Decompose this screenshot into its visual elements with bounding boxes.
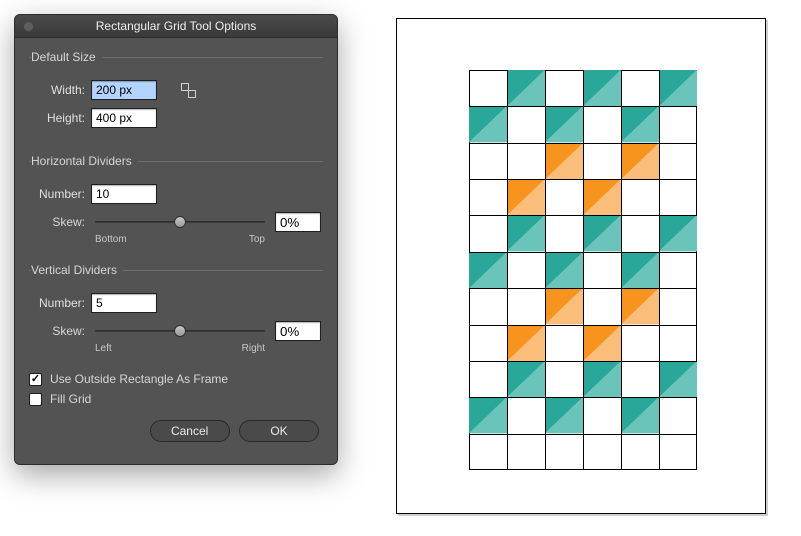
horiz-legend: Horizontal Dividers: [31, 154, 138, 168]
pattern-shape: [545, 143, 583, 216]
dialog-content: Default Size Width: Height: Horizontal D…: [15, 38, 337, 464]
vert-skew-slider[interactable]: [95, 323, 265, 339]
vert-number-label: Number:: [31, 296, 91, 310]
dialog-title: Rectangular Grid Tool Options: [96, 19, 257, 33]
pattern-shape: [469, 106, 507, 179]
horiz-number-label: Number:: [31, 187, 91, 201]
pattern-shape: [507, 70, 545, 143]
pattern-shape: [583, 215, 621, 288]
horiz-skew-label: Skew:: [31, 215, 91, 229]
pattern-shape: [621, 143, 659, 216]
horiz-skew-slider[interactable]: [95, 214, 265, 230]
vert-skew-label: Skew:: [31, 324, 91, 338]
ok-button[interactable]: OK: [239, 420, 319, 442]
vert-skew-input[interactable]: [275, 321, 321, 341]
pattern-shape: [545, 397, 583, 470]
pattern-shape: [659, 361, 697, 434]
use-frame-label: Use Outside Rectangle As Frame: [50, 372, 228, 386]
width-input[interactable]: [91, 80, 157, 100]
pattern-shape: [469, 252, 507, 325]
use-frame-checkbox[interactable]: [29, 373, 42, 386]
pattern-grid: [469, 70, 697, 470]
horiz-skew-right: Top: [249, 234, 265, 245]
fill-grid-label: Fill Grid: [50, 392, 91, 406]
horiz-skew-input[interactable]: [275, 212, 321, 232]
width-label: Width:: [31, 83, 91, 97]
pattern-shape: [545, 288, 583, 361]
vert-skew-left: Left: [95, 343, 112, 354]
vert-legend: Vertical Dividers: [31, 263, 123, 277]
default-size-legend: Default Size: [31, 50, 102, 64]
pattern-shape: [583, 70, 621, 143]
constrain-proportions-icon[interactable]: [179, 83, 197, 97]
window-button-icon[interactable]: [23, 21, 34, 32]
grid-options-dialog: Rectangular Grid Tool Options Default Si…: [14, 14, 338, 465]
pattern-shape: [621, 288, 659, 361]
horiz-skew-left: Bottom: [95, 234, 127, 245]
vert-skew-right: Right: [242, 343, 265, 354]
pattern-shape: [507, 215, 545, 288]
vert-number-input[interactable]: [91, 293, 157, 313]
vertical-dividers-group: Vertical Dividers Number: Skew: Left Rig…: [29, 263, 323, 362]
horizontal-dividers-group: Horizontal Dividers Number: Skew: Bottom…: [29, 154, 323, 253]
dialog-titlebar: Rectangular Grid Tool Options: [15, 15, 337, 38]
fill-grid-checkbox[interactable]: [29, 393, 42, 406]
pattern-shape: [659, 70, 697, 143]
pattern-shape: [621, 397, 659, 470]
artboard: [396, 18, 766, 514]
pattern-shape: [659, 215, 697, 288]
default-size-group: Default Size Width: Height:: [29, 50, 323, 144]
height-label: Height:: [31, 111, 91, 125]
cancel-button[interactable]: Cancel: [150, 420, 230, 442]
pattern-shape: [469, 397, 507, 470]
height-input[interactable]: [91, 108, 157, 128]
horiz-number-input[interactable]: [91, 184, 157, 204]
pattern-shape: [507, 361, 545, 434]
pattern-shape: [583, 361, 621, 434]
